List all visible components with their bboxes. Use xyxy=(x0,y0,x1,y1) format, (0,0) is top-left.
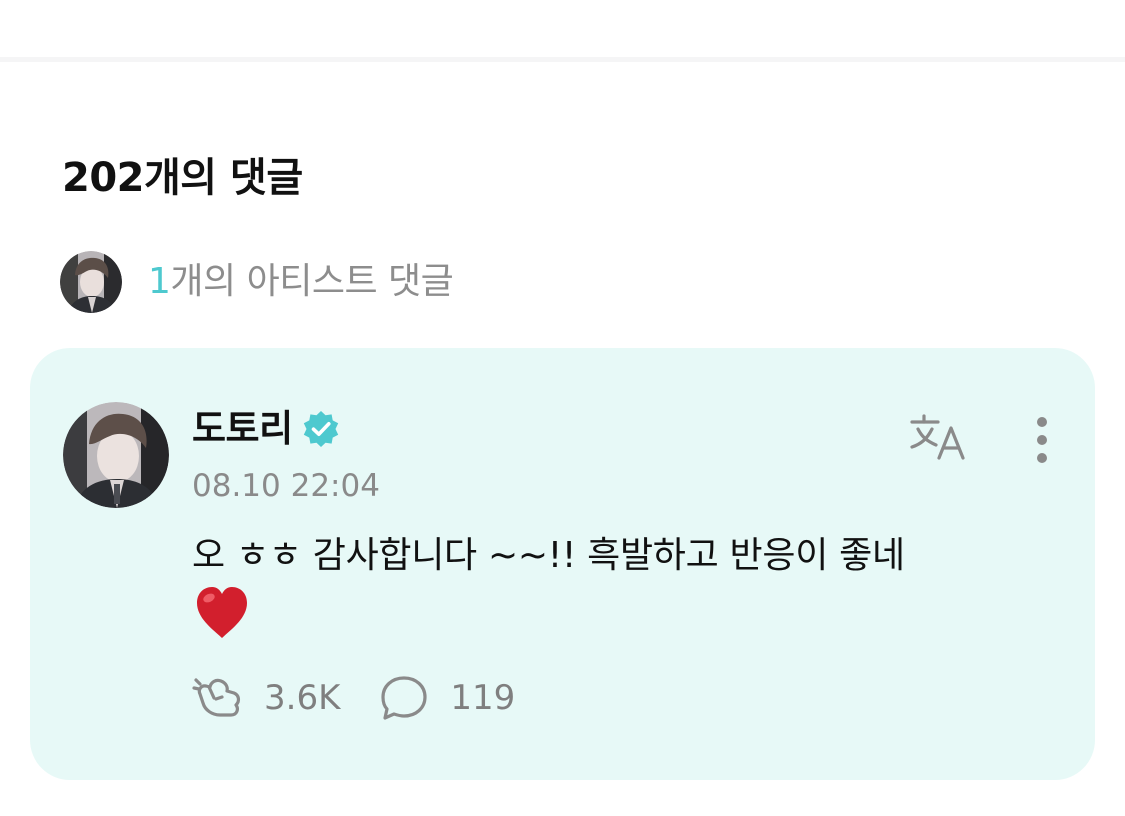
reply-button[interactable]: 119 xyxy=(378,670,515,726)
verified-badge-icon xyxy=(303,411,338,447)
more-options-button[interactable] xyxy=(1020,410,1064,470)
artist-comment-card: 도토리 08.10 22:04 오 ㅎㅎ 감사합니다 ~~!! 흑발하고 반응이… xyxy=(30,348,1095,780)
author-name[interactable]: 도토리 xyxy=(192,404,293,454)
artist-comments-label: 1개의 아티스트 댓글 xyxy=(148,251,454,313)
avatar-image xyxy=(63,402,169,508)
translate-icon xyxy=(910,414,965,460)
author-row: 도토리 xyxy=(192,404,341,454)
avatar-image xyxy=(60,251,122,313)
like-button[interactable]: 3.6K xyxy=(192,670,340,726)
artist-comments-text: 개의 아티스트 댓글 xyxy=(170,261,454,302)
artist-avatar-small xyxy=(60,251,122,313)
artist-comments-summary[interactable]: 1개의 아티스트 댓글 xyxy=(60,251,454,313)
comment-text: 오 ㅎㅎ 감사합니다 ~~!! 흑발하고 반응이 좋네 xyxy=(192,535,905,576)
comment-timestamp: 08.10 22:04 xyxy=(192,468,380,504)
cheer-icon xyxy=(192,678,241,717)
comments-count-title: 202개의 댓글 xyxy=(62,155,303,201)
reply-count: 119 xyxy=(450,678,516,718)
comment-bubble-icon xyxy=(381,676,427,720)
heart-emoji-icon xyxy=(197,587,247,638)
artist-comments-count: 1 xyxy=(148,261,171,302)
more-vertical-icon xyxy=(1037,417,1047,463)
comment-stats: 3.6K 119 xyxy=(192,670,515,726)
top-divider xyxy=(0,57,1125,62)
translate-button[interactable] xyxy=(908,410,974,466)
author-avatar[interactable] xyxy=(63,402,169,508)
like-count: 3.6K xyxy=(264,678,341,718)
